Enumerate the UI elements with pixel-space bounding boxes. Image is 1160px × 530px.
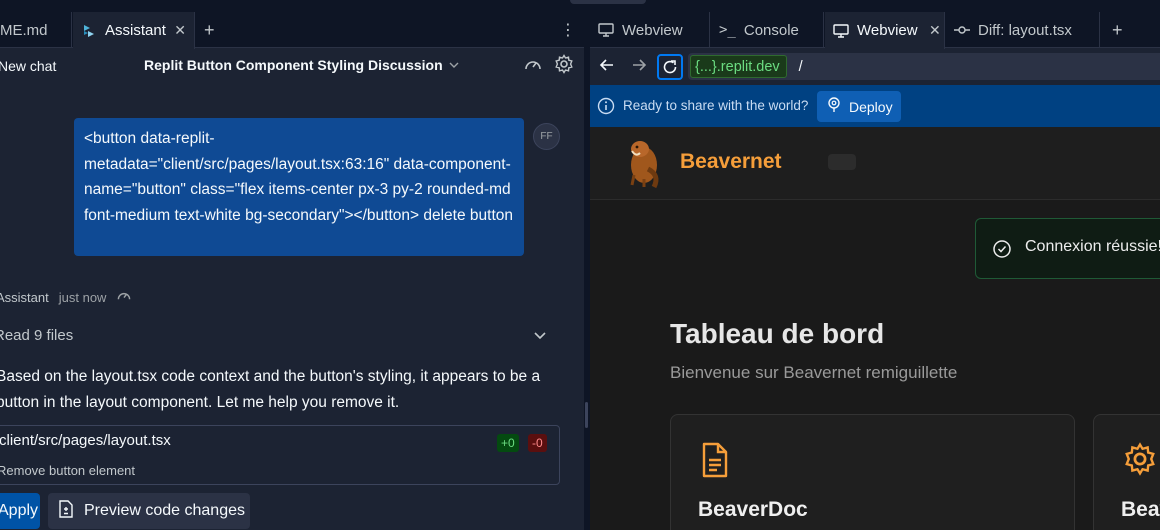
- url-input[interactable]: {...}.replit.dev /: [688, 53, 1160, 80]
- forward-arrow-icon[interactable]: [631, 57, 647, 78]
- beaver-logo[interactable]: [624, 135, 664, 194]
- file-change-description: Remove button element: [0, 463, 136, 478]
- site-brand[interactable]: Beavernet: [680, 150, 782, 174]
- tab-webview-2[interactable]: Webview ✕: [825, 12, 945, 49]
- tab-webview-1-label: Webview: [622, 21, 683, 39]
- chat-title-dropdown[interactable]: Replit Button Component Styling Discussi…: [144, 57, 459, 73]
- lines-removed-badge: -0: [528, 434, 547, 452]
- file-change-card[interactable]: client/src/pages/layout.tsx Remove butto…: [0, 425, 560, 485]
- new-tab-plus-icon[interactable]: +: [1112, 20, 1123, 41]
- chevron-down-icon: [449, 60, 459, 71]
- speedometer-icon[interactable]: [523, 55, 543, 80]
- tab-readme[interactable]: ME.md: [0, 12, 72, 48]
- toast-message: Connexion réussie!: [1025, 238, 1160, 255]
- page-subtitle: Bienvenue sur Beavernet remiguillette: [670, 363, 958, 382]
- tab-console-label: Console: [743, 21, 799, 39]
- avatar: FF: [533, 123, 560, 150]
- more-options-icon[interactable]: ⋮: [560, 20, 576, 40]
- new-tab-plus-icon[interactable]: +: [204, 20, 215, 41]
- monitor-icon: [833, 23, 849, 38]
- resize-grip[interactable]: [585, 402, 588, 428]
- webview-pane: Webview >_ Console Webview ✕ Diff: layou…: [590, 12, 1160, 530]
- url-path[interactable]: /: [799, 59, 803, 75]
- assistant-name: Assistant: [0, 290, 49, 305]
- tab-assistant[interactable]: Assistant ✕: [73, 12, 195, 49]
- read-files-label: Read 9 files: [0, 327, 74, 344]
- nav-placeholder: [828, 154, 856, 170]
- chat-title: Replit Button Component Styling Discussi…: [144, 57, 443, 73]
- deploy-icon: [827, 97, 841, 116]
- page-title: Tableau de bord: [670, 318, 885, 349]
- document-icon: [700, 442, 730, 483]
- file-diff-icon: [58, 499, 74, 523]
- file-path: client/src/pages/layout.tsx: [0, 432, 171, 449]
- new-chat-button[interactable]: New chat: [0, 58, 56, 74]
- app-card-title: Beav: [1121, 498, 1160, 521]
- success-toast: Connexion réussie!: [975, 218, 1160, 279]
- tab-console[interactable]: >_ Console: [711, 12, 824, 48]
- gear-icon[interactable]: [554, 54, 574, 79]
- user-message-bubble: <button data-replit-metadata="client/src…: [74, 118, 524, 256]
- site-header: Beavernet: [590, 127, 1160, 200]
- apply-button[interactable]: Apply: [0, 493, 40, 529]
- app-card-second[interactable]: Beav: [1093, 414, 1160, 530]
- tab-diff-label: Diff: layout.tsx: [978, 21, 1072, 39]
- left-tab-bar: ME.md Assistant ✕ + ⋮: [0, 12, 584, 49]
- preview-label: Preview code changes: [84, 502, 245, 519]
- deploy-banner-message: Ready to share with the world?: [623, 98, 809, 113]
- read-files-toggle[interactable]: Read 9 files: [0, 327, 554, 351]
- tab-webview-2-label: Webview: [857, 22, 918, 39]
- top-handle: [570, 0, 646, 4]
- chevron-down-icon: [534, 327, 546, 344]
- assistant-icon: [81, 23, 97, 39]
- info-icon: [597, 97, 615, 120]
- chat-header: New chat Replit Button Component Styling…: [0, 49, 584, 83]
- window-top-edge: [0, 0, 1160, 12]
- close-icon[interactable]: ✕: [929, 22, 941, 39]
- speedometer-icon: [116, 288, 132, 307]
- deploy-label: Deploy: [849, 98, 893, 115]
- deploy-button[interactable]: Deploy: [817, 91, 901, 122]
- close-icon[interactable]: ✕: [174, 22, 186, 39]
- back-arrow-icon[interactable]: [599, 57, 615, 78]
- terminal-icon: >_: [719, 22, 736, 38]
- assistant-message-text: Based on the layout.tsx code context and…: [0, 368, 541, 411]
- webview-content: Beavernet Connexion réussie! Tableau de …: [590, 127, 1160, 530]
- reload-button[interactable]: [657, 54, 683, 80]
- app-card-title: BeaverDoc: [698, 498, 808, 521]
- right-tab-bar: Webview >_ Console Webview ✕ Diff: layou…: [590, 12, 1160, 49]
- check-circle-icon: [992, 239, 1012, 264]
- url-host[interactable]: {...}.replit.dev: [690, 55, 787, 78]
- preview-code-changes-button[interactable]: Preview code changes: [48, 493, 250, 529]
- git-commit-icon: [954, 25, 970, 35]
- app-card-beaverdoc[interactable]: BeaverDoc: [670, 414, 1075, 530]
- message-timestamp: just now: [58, 290, 107, 305]
- gear-icon: [1123, 442, 1157, 481]
- assistant-meta: Assistant just now: [0, 288, 132, 307]
- tab-readme-label: ME.md: [0, 21, 48, 39]
- tab-diff[interactable]: Diff: layout.tsx: [946, 12, 1100, 48]
- lines-added-badge: +0: [497, 434, 519, 452]
- tab-assistant-label: Assistant: [105, 22, 166, 39]
- deploy-banner: Ready to share with the world? Deploy: [590, 85, 1160, 127]
- tab-webview-1[interactable]: Webview: [590, 12, 710, 48]
- monitor-icon: [598, 23, 614, 37]
- browser-toolbar: {...}.replit.dev /: [590, 49, 1160, 85]
- reload-icon: [663, 60, 677, 74]
- assistant-pane: ME.md Assistant ✕ + ⋮ New chat Replit Bu…: [0, 12, 584, 530]
